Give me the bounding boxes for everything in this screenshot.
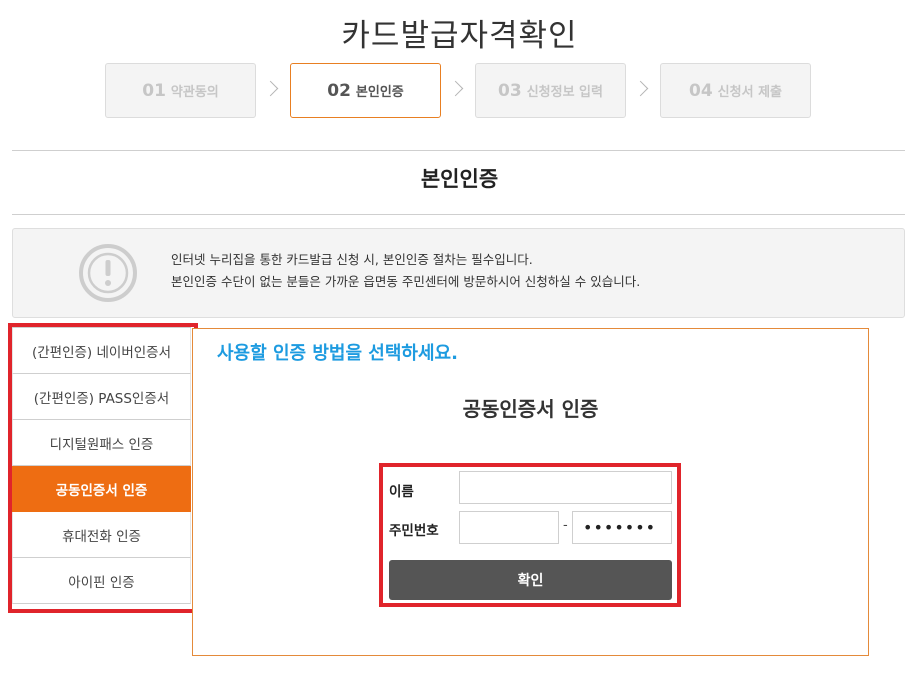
step-number: 01 <box>142 80 166 101</box>
step-label: 본인인증 <box>355 85 404 100</box>
divider <box>12 214 905 215</box>
step-4: 04 신청서 제출 <box>660 63 811 118</box>
notice-line: 본인인증 수단이 없는 분들은 가까운 읍면동 주민센터에 방문하시어 신청하실… <box>171 274 641 289</box>
rrn-back-input[interactable] <box>572 511 672 544</box>
step-number: 02 <box>327 80 351 101</box>
page-title: 카드발급자격확인 <box>341 18 578 54</box>
auth-panel: 사용할 인증 방법을 선택하세요. 공동인증서 인증 이름 주민번호 - 확인 <box>192 328 869 656</box>
exclamation-circle-icon <box>79 244 137 302</box>
chevron-right-icon <box>447 80 464 97</box>
name-input[interactable] <box>459 471 672 504</box>
auth-method-menu: (간편인증) 네이버인증서 (간편인증) PASS인증서 디지털원패스 인증 공… <box>12 327 191 604</box>
menu-item-ipin[interactable]: 아이핀 인증 <box>12 558 191 604</box>
chevron-right-icon <box>262 80 279 97</box>
rrn-separator: - <box>563 518 568 533</box>
menu-item-naver-cert[interactable]: (간편인증) 네이버인증서 <box>12 328 191 374</box>
step-label: 약관동의 <box>170 85 219 100</box>
notice-text: 인터넷 누리집을 통한 카드발급 신청 시, 본인인증 절차는 필수입니다. 본… <box>171 249 640 293</box>
step-label: 신청서 제출 <box>717 85 782 100</box>
step-number: 03 <box>498 80 522 101</box>
menu-item-joint-cert[interactable]: 공동인증서 인증 <box>12 466 191 512</box>
joint-cert-form: 이름 주민번호 - 확인 <box>379 463 681 607</box>
step-2-active: 02 본인인증 <box>290 63 441 118</box>
name-label: 이름 <box>389 484 414 500</box>
notice-line: 인터넷 누리집을 통한 카드발급 신청 시, 본인인증 절차는 필수입니다. <box>171 252 533 267</box>
divider <box>12 150 905 151</box>
menu-item-mobile-phone[interactable]: 휴대전화 인증 <box>12 512 191 558</box>
section-title: 본인인증 <box>420 167 499 191</box>
notice-box: 인터넷 누리집을 통한 카드발급 신청 시, 본인인증 절차는 필수입니다. 본… <box>12 228 905 318</box>
chevron-right-icon <box>632 80 649 97</box>
step-label: 신청정보 입력 <box>526 85 603 100</box>
step-number: 04 <box>689 80 713 101</box>
step-1: 01 약관동의 <box>105 63 256 118</box>
step-3: 03 신청정보 입력 <box>475 63 626 118</box>
rrn-label: 주민번호 <box>389 523 439 539</box>
panel-title: 공동인증서 인증 <box>462 397 599 421</box>
confirm-button[interactable]: 확인 <box>389 560 672 600</box>
panel-guide-text: 사용할 인증 방법을 선택하세요. <box>217 343 458 364</box>
menu-item-digital-onepass[interactable]: 디지털원패스 인증 <box>12 420 191 466</box>
rrn-front-input[interactable] <box>459 511 559 544</box>
menu-item-pass-cert[interactable]: (간편인증) PASS인증서 <box>12 374 191 420</box>
